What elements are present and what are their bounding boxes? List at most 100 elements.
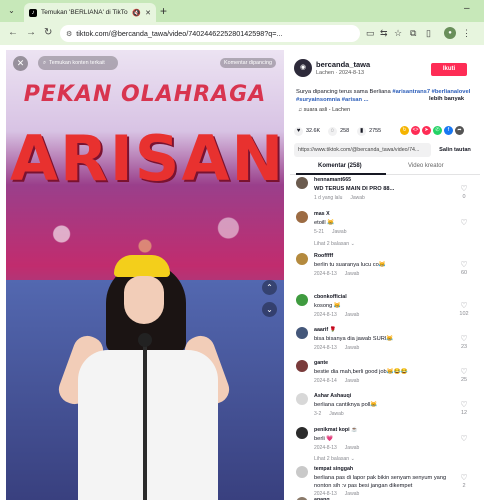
browser-tab[interactable]: ♪ Temukan 'BERLIANA' di TikTok 🔇 ✕: [24, 3, 156, 22]
copy-link-button[interactable]: Salin tautan: [434, 143, 476, 157]
comment-avatar[interactable]: [296, 253, 308, 265]
comment-avatar[interactable]: [296, 393, 308, 405]
site-info-icon[interactable]: ⚙: [66, 30, 72, 38]
saves-count: 2755: [369, 128, 382, 134]
comment-date: 2024-8-13: [314, 312, 337, 318]
active-tab-indicator: [296, 173, 386, 175]
address-bar[interactable]: ⚙ tiktok.com/@bercanda_tawa/video/740244…: [60, 25, 360, 42]
sidebar-icon[interactable]: ▯: [426, 28, 431, 39]
author-avatar[interactable]: ◉: [294, 59, 312, 77]
like-heart-icon[interactable]: ♡: [458, 260, 470, 269]
profile-avatar[interactable]: ●: [444, 27, 456, 39]
comment-tabs: Komentar (258) Video kreator: [290, 160, 480, 175]
comment-avatar[interactable]: [296, 466, 308, 478]
close-tab-icon[interactable]: ✕: [145, 9, 151, 17]
person-face: [124, 276, 164, 324]
forward-arrow-icon[interactable]: →: [26, 27, 36, 39]
facebook-icon[interactable]: f: [444, 126, 453, 135]
reply-button[interactable]: Jawab: [345, 345, 359, 351]
comment-username[interactable]: gante: [314, 360, 328, 366]
close-video-button[interactable]: ✕: [13, 56, 28, 71]
like-heart-icon[interactable]: ♡: [458, 301, 470, 310]
like-heart-icon[interactable]: ♡: [458, 184, 470, 193]
video-info-panel: ◉ bercanda_tawa Lachen · 2024-8-13 Ikuti…: [290, 50, 480, 500]
like-heart-icon[interactable]: ♡: [458, 400, 470, 409]
comment-avatar[interactable]: [296, 427, 308, 439]
comment-icon[interactable]: ◌: [328, 126, 338, 136]
like-heart-icon[interactable]: ♡: [458, 473, 470, 482]
comment-username[interactable]: tempat singgah: [314, 466, 353, 472]
reply-button[interactable]: Jawab: [345, 312, 359, 318]
sound-name: suara asli - Lachen: [303, 107, 351, 113]
reply-button[interactable]: Jawab: [350, 195, 364, 201]
author-name[interactable]: bercanda_tawa: [316, 60, 370, 69]
url-text[interactable]: tiktok.com/@bercanda_tawa/video/74024462…: [76, 29, 354, 38]
reply-button[interactable]: Jawab: [345, 271, 359, 277]
video-banner-top: PEKAN OLAHRAGA: [23, 82, 267, 107]
reply-button[interactable]: Jawab: [332, 229, 346, 235]
comment-meta: 2024-8-14 Jawab: [314, 378, 359, 384]
repost-icon[interactable]: ↻: [400, 126, 409, 135]
cast-icon[interactable]: ▭: [366, 28, 375, 39]
embed-icon[interactable]: <>: [411, 126, 420, 135]
sound-link[interactable]: ♫ suara asli - Lachen: [298, 107, 350, 113]
reload-icon[interactable]: ↻: [44, 27, 52, 39]
comments-count: 258: [340, 128, 350, 134]
view-replies-link[interactable]: Lihat 2 balasan ⌄: [314, 241, 355, 247]
comment-meta: 2024-8-13 Jawab: [314, 312, 359, 318]
comment-meta: 2024-8-13 Jawab: [314, 345, 359, 351]
comment-avatar[interactable]: [296, 294, 308, 306]
comment-username[interactable]: penikmat kopi ☕: [314, 427, 358, 433]
comment-avatar[interactable]: [296, 211, 308, 223]
video-report-badge[interactable]: Komentar dipancing: [220, 58, 276, 68]
comment-username[interactable]: hennamant665: [314, 177, 351, 183]
like-heart-icon[interactable]: ♡: [458, 218, 470, 227]
copy-link-row: https://www.tiktok.com/@bercanda_tawa/vi…: [294, 143, 476, 157]
tab-search-icon[interactable]: ⌄: [6, 5, 17, 16]
comment-username[interactable]: Ashar Ashauqi: [314, 393, 351, 399]
related-search-box[interactable]: ⌕ Temukan konten terkait: [38, 56, 118, 70]
follow-button[interactable]: Ikuti: [431, 63, 467, 76]
comment-avatar[interactable]: [296, 360, 308, 372]
comment-text: kosong 😹: [314, 303, 342, 309]
minimize-window-icon[interactable]: –: [464, 3, 470, 14]
new-tab-button[interactable]: +: [160, 4, 167, 18]
comment-like-count: 60: [460, 270, 468, 276]
back-arrow-icon[interactable]: ←: [8, 27, 18, 39]
like-heart-icon[interactable]: ♡: [458, 434, 470, 443]
previous-video-button[interactable]: ⌃: [262, 280, 277, 295]
like-heart-icon[interactable]: ♡: [458, 367, 470, 376]
see-more-link[interactable]: lebih banyak: [429, 96, 464, 102]
view-replies-link[interactable]: Lihat 2 balasan ⌄: [314, 456, 355, 462]
share-more-icon[interactable]: ➦: [455, 126, 464, 135]
reply-button[interactable]: Jawab: [345, 378, 359, 384]
like-heart-icon[interactable]: ♡: [458, 334, 470, 343]
author-meta: Lachen · 2024-8-13: [316, 70, 365, 76]
tab-comments[interactable]: Komentar (258): [318, 163, 362, 169]
translate-icon[interactable]: ⇆: [380, 28, 388, 39]
reply-button[interactable]: Jawab: [329, 411, 343, 417]
heart-icon[interactable]: ♥: [294, 126, 303, 136]
menu-icon[interactable]: ⋮: [462, 28, 471, 39]
whatsapp-icon[interactable]: ✆: [433, 126, 442, 135]
comment-username[interactable]: Roofffff: [314, 253, 333, 259]
extensions-icon[interactable]: ⧉: [410, 28, 416, 39]
bookmark-icon[interactable]: ▮: [357, 126, 367, 136]
reply-button[interactable]: Jawab: [345, 491, 359, 497]
send-to-friends-icon[interactable]: ➤: [422, 126, 431, 135]
comment-username[interactable]: aaarif 🌹: [314, 327, 336, 333]
next-video-button[interactable]: ⌄: [262, 302, 277, 317]
likes-count: 32.6K: [306, 128, 321, 134]
video-link-field[interactable]: https://www.tiktok.com/@bercanda_tawa/vi…: [294, 143, 431, 157]
bookmark-star-icon[interactable]: ☆: [394, 28, 402, 39]
mute-icon[interactable]: 🔇: [132, 9, 141, 17]
tab-creator-videos[interactable]: Video kreator: [408, 163, 444, 169]
comment-avatar[interactable]: [296, 177, 308, 189]
comment-username[interactable]: mas X: [314, 211, 330, 217]
reply-button[interactable]: Jawab: [345, 445, 359, 451]
comment-text: bisa bisanya dia jawab SURI😹: [314, 336, 394, 342]
comment-username[interactable]: cbonkofficial: [314, 294, 347, 300]
comment-date: 2024-8-13: [314, 445, 337, 451]
video-player[interactable]: PEKAN OLAHRAGA ARISAN ✕ ⌕ Temukan konten…: [6, 50, 284, 500]
comment-avatar[interactable]: [296, 327, 308, 339]
